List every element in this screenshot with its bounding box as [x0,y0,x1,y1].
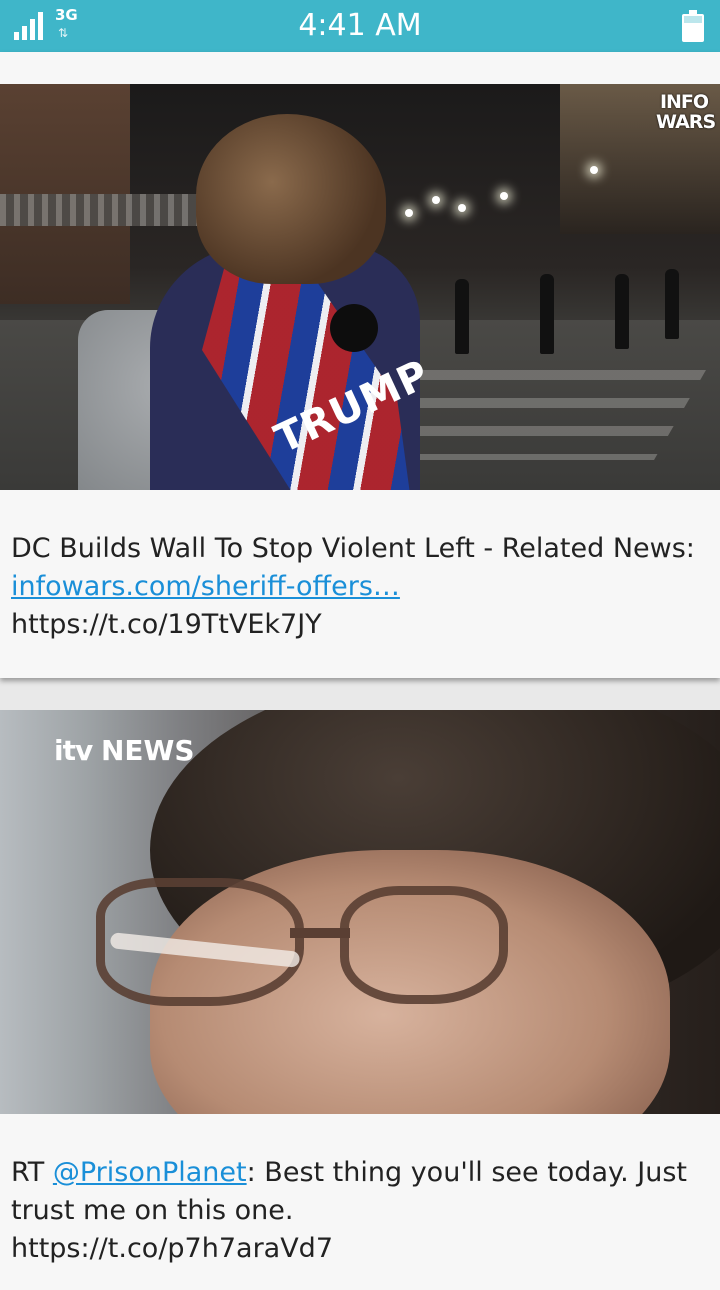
status-bar: 3G ⇅ 4:41 AM [0,0,720,52]
tweet-card[interactable]: TRUMP INFO WARS DC Builds Wall To Stop V… [0,52,720,678]
mention-link[interactable]: @PrisonPlanet [53,1157,247,1188]
infowars-logo: INFO WARS [656,91,716,133]
tweet-text: RT @PrisonPlanet: Best thing you'll see … [11,1157,688,1264]
tweet-text: DC Builds Wall To Stop Violent Left - Re… [11,533,695,640]
battery-icon [682,10,704,42]
blurred-face-photo: itv NEWS [0,710,720,1114]
tweet-link[interactable]: infowars.com/sheriff-offers… [11,571,400,602]
night-street-photo: TRUMP INFO WARS [0,84,720,490]
tweet-image[interactable]: itv NEWS [0,710,720,1114]
tweet-card[interactable]: itv NEWS RT @PrisonPlanet: Best thing yo… [0,710,720,1290]
itv-news-logo: itv NEWS [54,734,195,767]
microphone-icon [330,304,378,352]
tweet-short-url[interactable]: https://t.co/19TtVEk7JY [11,609,322,640]
tweet-short-url[interactable]: https://t.co/p7h7araVd7 [11,1233,333,1264]
status-clock: 4:41 AM [298,8,422,43]
tweet-image[interactable]: TRUMP INFO WARS [0,84,720,490]
